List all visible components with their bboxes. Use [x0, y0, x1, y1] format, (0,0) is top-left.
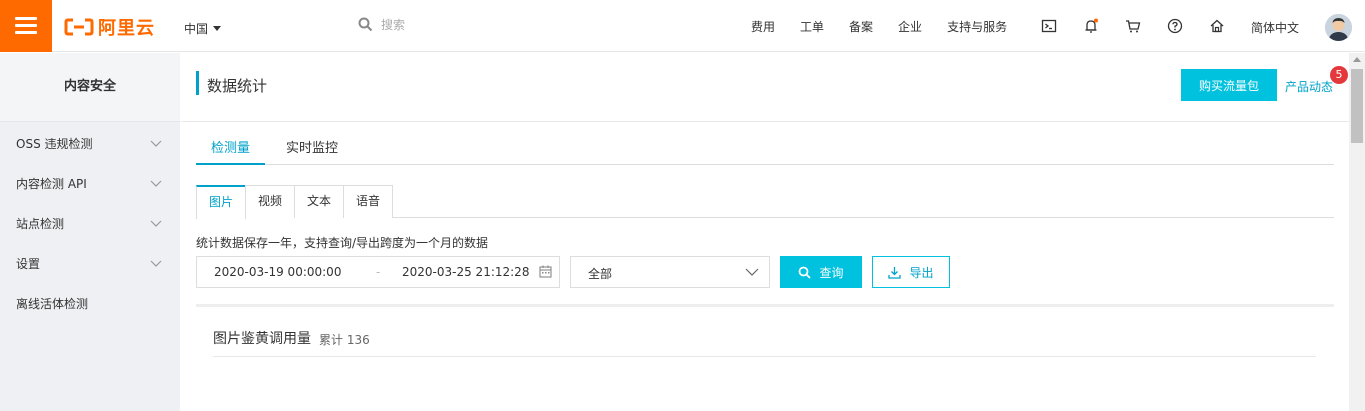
nav-enterprise[interactable]: 企业 [898, 18, 922, 35]
sidebar-menu: OSS 违规检测 内容检测 API 站点检测 设置 离线活体检测 [0, 122, 180, 324]
chevron-down-icon [745, 268, 759, 277]
cart-icon[interactable] [1125, 18, 1141, 34]
export-button-label: 导出 [909, 265, 934, 280]
tab-image[interactable]: 图片 [196, 185, 246, 219]
start-date-value[interactable]: 2020-03-19 00:00:00 [214, 265, 341, 279]
sidebar: 内容安全 OSS 违规检测 内容检测 API 站点检测 设置 离线活体检测 [0, 53, 180, 411]
brand-name: 阿里云 [98, 18, 155, 39]
aliyun-logo-mark-icon [64, 18, 94, 36]
product-news-link[interactable]: 产品动态 [1285, 78, 1333, 95]
scope-select[interactable]: 全部 [570, 256, 770, 288]
caret-down-icon [213, 26, 222, 31]
scope-select-value: 全部 [588, 267, 613, 281]
tab-audio[interactable]: 语音 [343, 185, 393, 218]
scroll-up-arrow-icon[interactable] [1353, 57, 1361, 62]
search-icon [799, 266, 812, 279]
sidebar-item-label: OSS 违规检测 [16, 137, 93, 151]
tab-video[interactable]: 视频 [245, 185, 295, 218]
search-input[interactable] [381, 17, 581, 32]
search-box[interactable] [358, 17, 581, 32]
hamburger-menu-button[interactable] [0, 0, 52, 52]
chevron-down-icon [150, 140, 162, 148]
chevron-down-icon [150, 220, 162, 228]
query-button-label: 查询 [819, 265, 844, 280]
chevron-down-icon [150, 180, 162, 188]
date-range-picker[interactable]: 2020-03-19 00:00:00 - 2020-03-25 21:12:2… [196, 256, 560, 288]
scrollbar-thumb[interactable] [1351, 69, 1363, 143]
title-accent-bar [196, 71, 199, 95]
menu-bar [15, 31, 37, 34]
help-icon[interactable] [1167, 18, 1183, 34]
aliyun-logo[interactable]: 阿里云 [64, 16, 155, 39]
region-selector[interactable]: 中国 [184, 20, 222, 37]
page-header: 数据统计 购买流量包 产品动态 5 [181, 53, 1349, 122]
date-separator: - [376, 265, 381, 279]
sidebar-item-content-api[interactable]: 内容检测 API [0, 164, 180, 204]
language-switcher[interactable]: 简体中文 [1251, 19, 1299, 36]
nav-billing[interactable]: 费用 [751, 18, 775, 35]
download-icon [888, 266, 902, 279]
nav-support[interactable]: 支持与服务 [947, 18, 1007, 35]
panel-title: 图片鉴黄调用量 [213, 331, 311, 347]
tab-text[interactable]: 文本 [294, 185, 344, 218]
main-tabs: 检测量 实时监控 [196, 133, 1334, 165]
nav-icp-filing[interactable]: 备案 [849, 18, 873, 35]
tab-detection-volume[interactable]: 检测量 [196, 133, 266, 165]
page-title: 数据统计 [207, 77, 268, 95]
sidebar-item-site-detection[interactable]: 站点检测 [0, 204, 180, 244]
sidebar-item-settings[interactable]: 设置 [0, 244, 180, 284]
export-button[interactable]: 导出 [872, 256, 950, 288]
sidebar-title: 内容安全 [0, 53, 180, 122]
calendar-icon[interactable] [539, 265, 552, 278]
sidebar-item-label: 站点检测 [16, 217, 65, 231]
panel-total: 累计 136 [319, 333, 370, 347]
menu-bar [15, 17, 37, 20]
user-avatar[interactable] [1325, 14, 1352, 41]
region-label: 中国 [184, 22, 209, 36]
query-button[interactable]: 查询 [780, 256, 862, 288]
panel-divider [213, 356, 1316, 357]
sidebar-item-label: 设置 [16, 257, 41, 271]
tab-realtime-monitor[interactable]: 实时监控 [271, 133, 353, 165]
section-divider [196, 304, 1334, 307]
sidebar-item-label: 内容检测 API [16, 177, 87, 191]
sidebar-item-label: 离线活体检测 [16, 297, 89, 311]
buy-traffic-package-button[interactable]: 购买流量包 [1181, 69, 1277, 101]
home-icon[interactable] [1209, 18, 1225, 34]
media-type-tabs: 图片 视频 文本 语音 [196, 185, 1334, 219]
top-navbar: 阿里云 中国 费用 工单 备案 企业 支持与服务 简体中文 [0, 0, 1365, 52]
nav-tickets[interactable]: 工单 [800, 18, 824, 35]
retention-note: 统计数据保存一年，支持查询/导出跨度为一个月的数据 [196, 236, 489, 250]
news-count-badge: 5 [1330, 66, 1348, 84]
search-icon [358, 17, 373, 32]
chevron-down-icon [150, 260, 162, 268]
page-scrollbar[interactable] [1349, 53, 1365, 411]
sidebar-item-oss-detection[interactable]: OSS 违规检测 [0, 124, 180, 164]
main-content: 数据统计 购买流量包 产品动态 5 检测量 实时监控 图片 视频 文本 语音 统… [181, 53, 1349, 411]
menu-bar [15, 24, 37, 27]
sidebar-item-offline-liveness[interactable]: 离线活体检测 [0, 284, 180, 324]
terminal-icon[interactable] [1041, 18, 1057, 34]
top-nav-links: 费用 工单 备案 企业 支持与服务 [751, 0, 1032, 52]
bell-icon[interactable] [1083, 18, 1099, 34]
end-date-value[interactable]: 2020-03-25 21:12:28 [402, 265, 529, 279]
